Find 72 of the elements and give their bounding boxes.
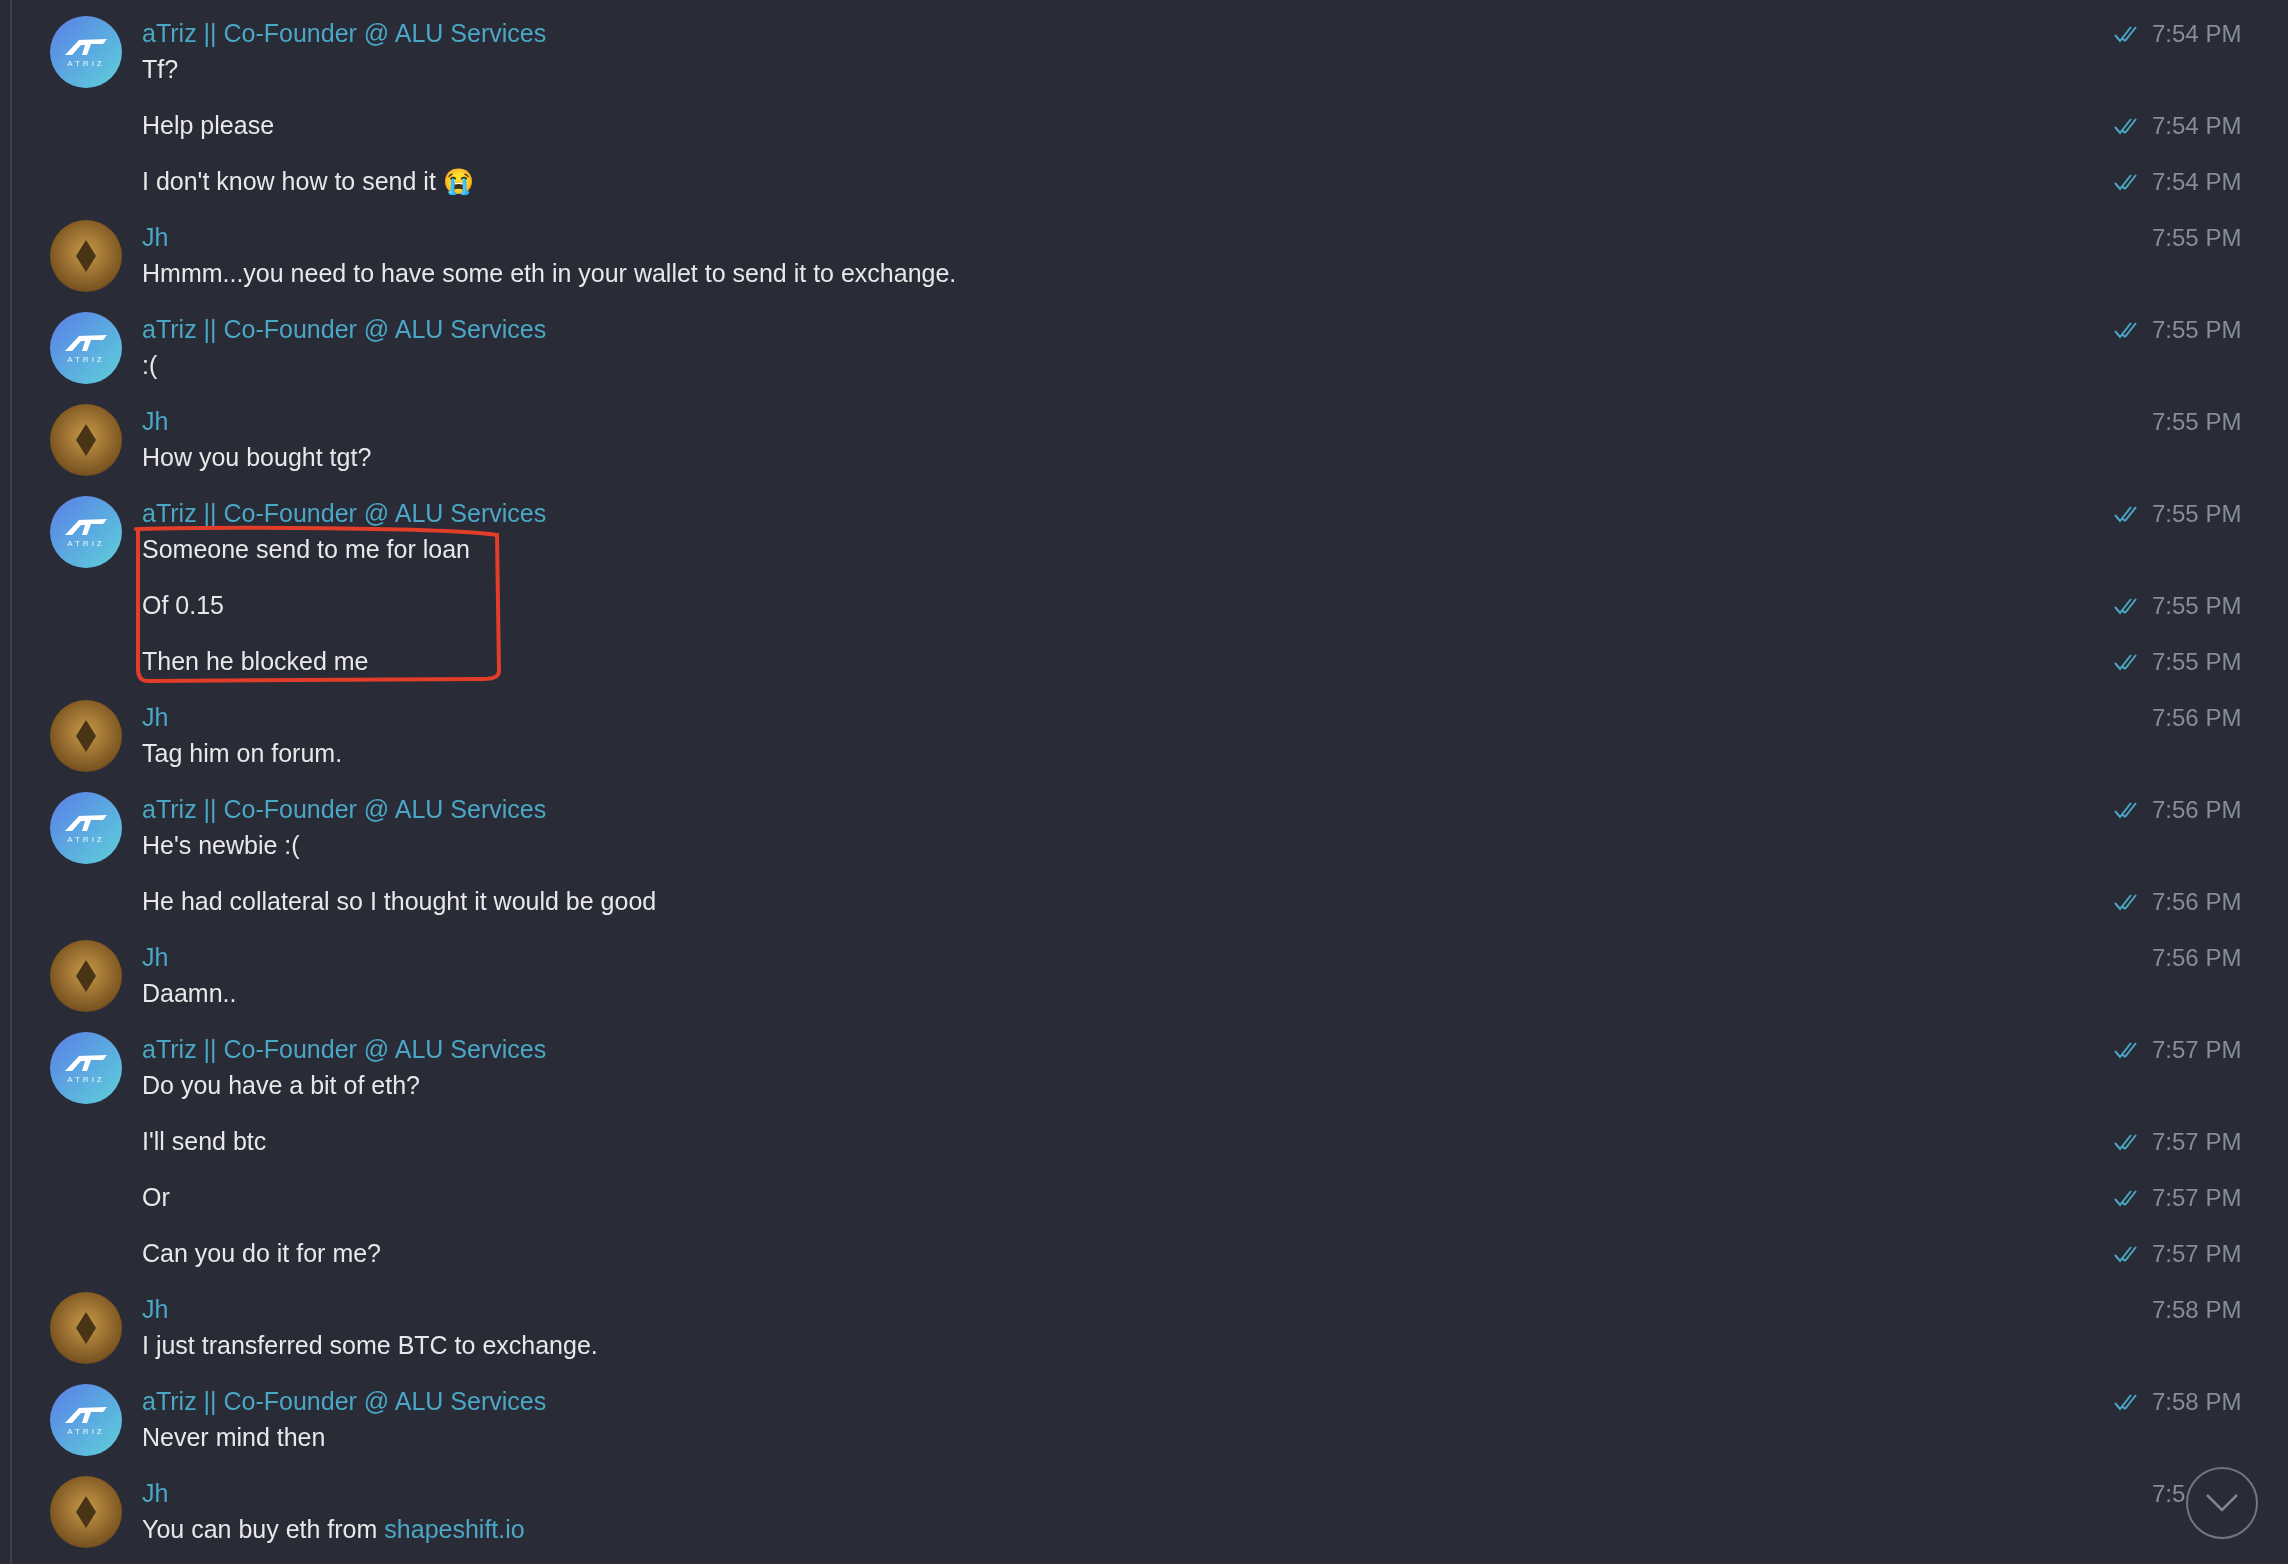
sender-name[interactable]: Jh [142,219,169,257]
sender-name[interactable]: aTriz || Co-Founder @ ALU Services [142,1383,547,1421]
message-text: Then he blocked me [142,646,369,678]
logo-caption: ATRIZ [67,835,105,844]
logo-caption: ATRIZ [67,1427,105,1436]
message-text: :( [142,350,158,382]
message-time: 7:57 PM [2152,1127,2242,1157]
message-text: You can buy eth from [142,1514,378,1546]
message-time: 7:56 PM [2152,887,2242,917]
sender-name[interactable]: aTriz || Co-Founder @ ALU Services [142,311,547,349]
message-time: 7:58 PM [2152,1387,2242,1417]
message-text: Or [142,1182,170,1214]
logo-caption: ATRIZ [67,1075,105,1084]
diamond-icon [76,424,96,456]
message-time: 7:5 [2152,1479,2186,1509]
link[interactable]: shapeshift.io [384,1511,525,1549]
message-text: Tf? [142,54,179,86]
swoosh-logo-icon [63,332,109,353]
message-text: Hmmm...you need to have some eth in your wallet to send it to exchange. [142,258,957,290]
sender-name[interactable]: Jh [142,1291,169,1329]
message-time: 7:57 PM [2152,1183,2242,1213]
sender-name[interactable]: aTriz || Co-Founder @ ALU Services [142,495,547,533]
swoosh-logo-icon [63,812,109,833]
message-time: 7:57 PM [2152,1035,2242,1065]
chevron-down-icon [2205,1493,2239,1513]
sender-name[interactable]: Jh [142,1475,169,1513]
message-text: Never mind then [142,1422,326,1454]
swoosh-logo-icon [63,1052,109,1073]
logo-caption: ATRIZ [67,59,105,68]
swoosh-logo-icon [63,1404,109,1425]
swoosh-logo-icon [63,516,109,537]
diamond-icon [76,1496,96,1528]
message-time: 7:55 PM [2152,499,2242,529]
message-text: Daamn.. [142,978,237,1010]
diamond-icon [76,1312,96,1344]
message-time: 7:54 PM [2152,19,2242,49]
sender-name[interactable]: aTriz || Co-Founder @ ALU Services [142,15,547,53]
message-time: 7:55 PM [2152,315,2242,345]
message-text: I just transferred some BTC to exchange. [142,1330,598,1362]
sender-name[interactable]: Jh [142,699,169,737]
message-text: I don't know how to send it 😭 [142,166,474,198]
message-text: Help please [142,110,275,142]
message-text: Can you do it for me? [142,1238,381,1270]
message-time: 7:58 PM [2152,1295,2242,1325]
diamond-icon [76,720,96,752]
message-text: He had collateral so I thought it would be good [142,886,657,918]
message-time: 7:55 PM [2152,223,2242,253]
sender-name[interactable]: aTriz || Co-Founder @ ALU Services [142,1031,547,1069]
message-time: 7:57 PM [2152,1239,2242,1269]
diamond-icon [76,240,96,272]
logo-caption: ATRIZ [67,539,105,548]
message-time: 7:55 PM [2152,407,2242,437]
message-time: 7:56 PM [2152,795,2242,825]
message-text: I'll send btc [142,1126,267,1158]
message-text: Do you have a bit of eth? [142,1070,420,1102]
message-time: 7:54 PM [2152,167,2242,197]
message-time: 7:55 PM [2152,647,2242,677]
message-time: 7:56 PM [2152,703,2242,733]
logo-caption: ATRIZ [67,355,105,364]
message-time: 7:56 PM [2152,943,2242,973]
message-text: He's newbie :( [142,830,300,862]
diamond-icon [76,960,96,992]
sender-name[interactable]: Jh [142,403,169,441]
message-time: 7:54 PM [2152,111,2242,141]
swoosh-logo-icon [63,36,109,57]
sender-name[interactable]: Jh [142,939,169,977]
sender-name[interactable]: aTriz || Co-Founder @ ALU Services [142,791,547,829]
message-text: Of 0.15 [142,590,224,622]
message-time: 7:55 PM [2152,591,2242,621]
message-text: How you bought tgt? [142,442,372,474]
message-text: Someone send to me for loan [142,534,470,566]
message-text: Tag him on forum. [142,738,343,770]
